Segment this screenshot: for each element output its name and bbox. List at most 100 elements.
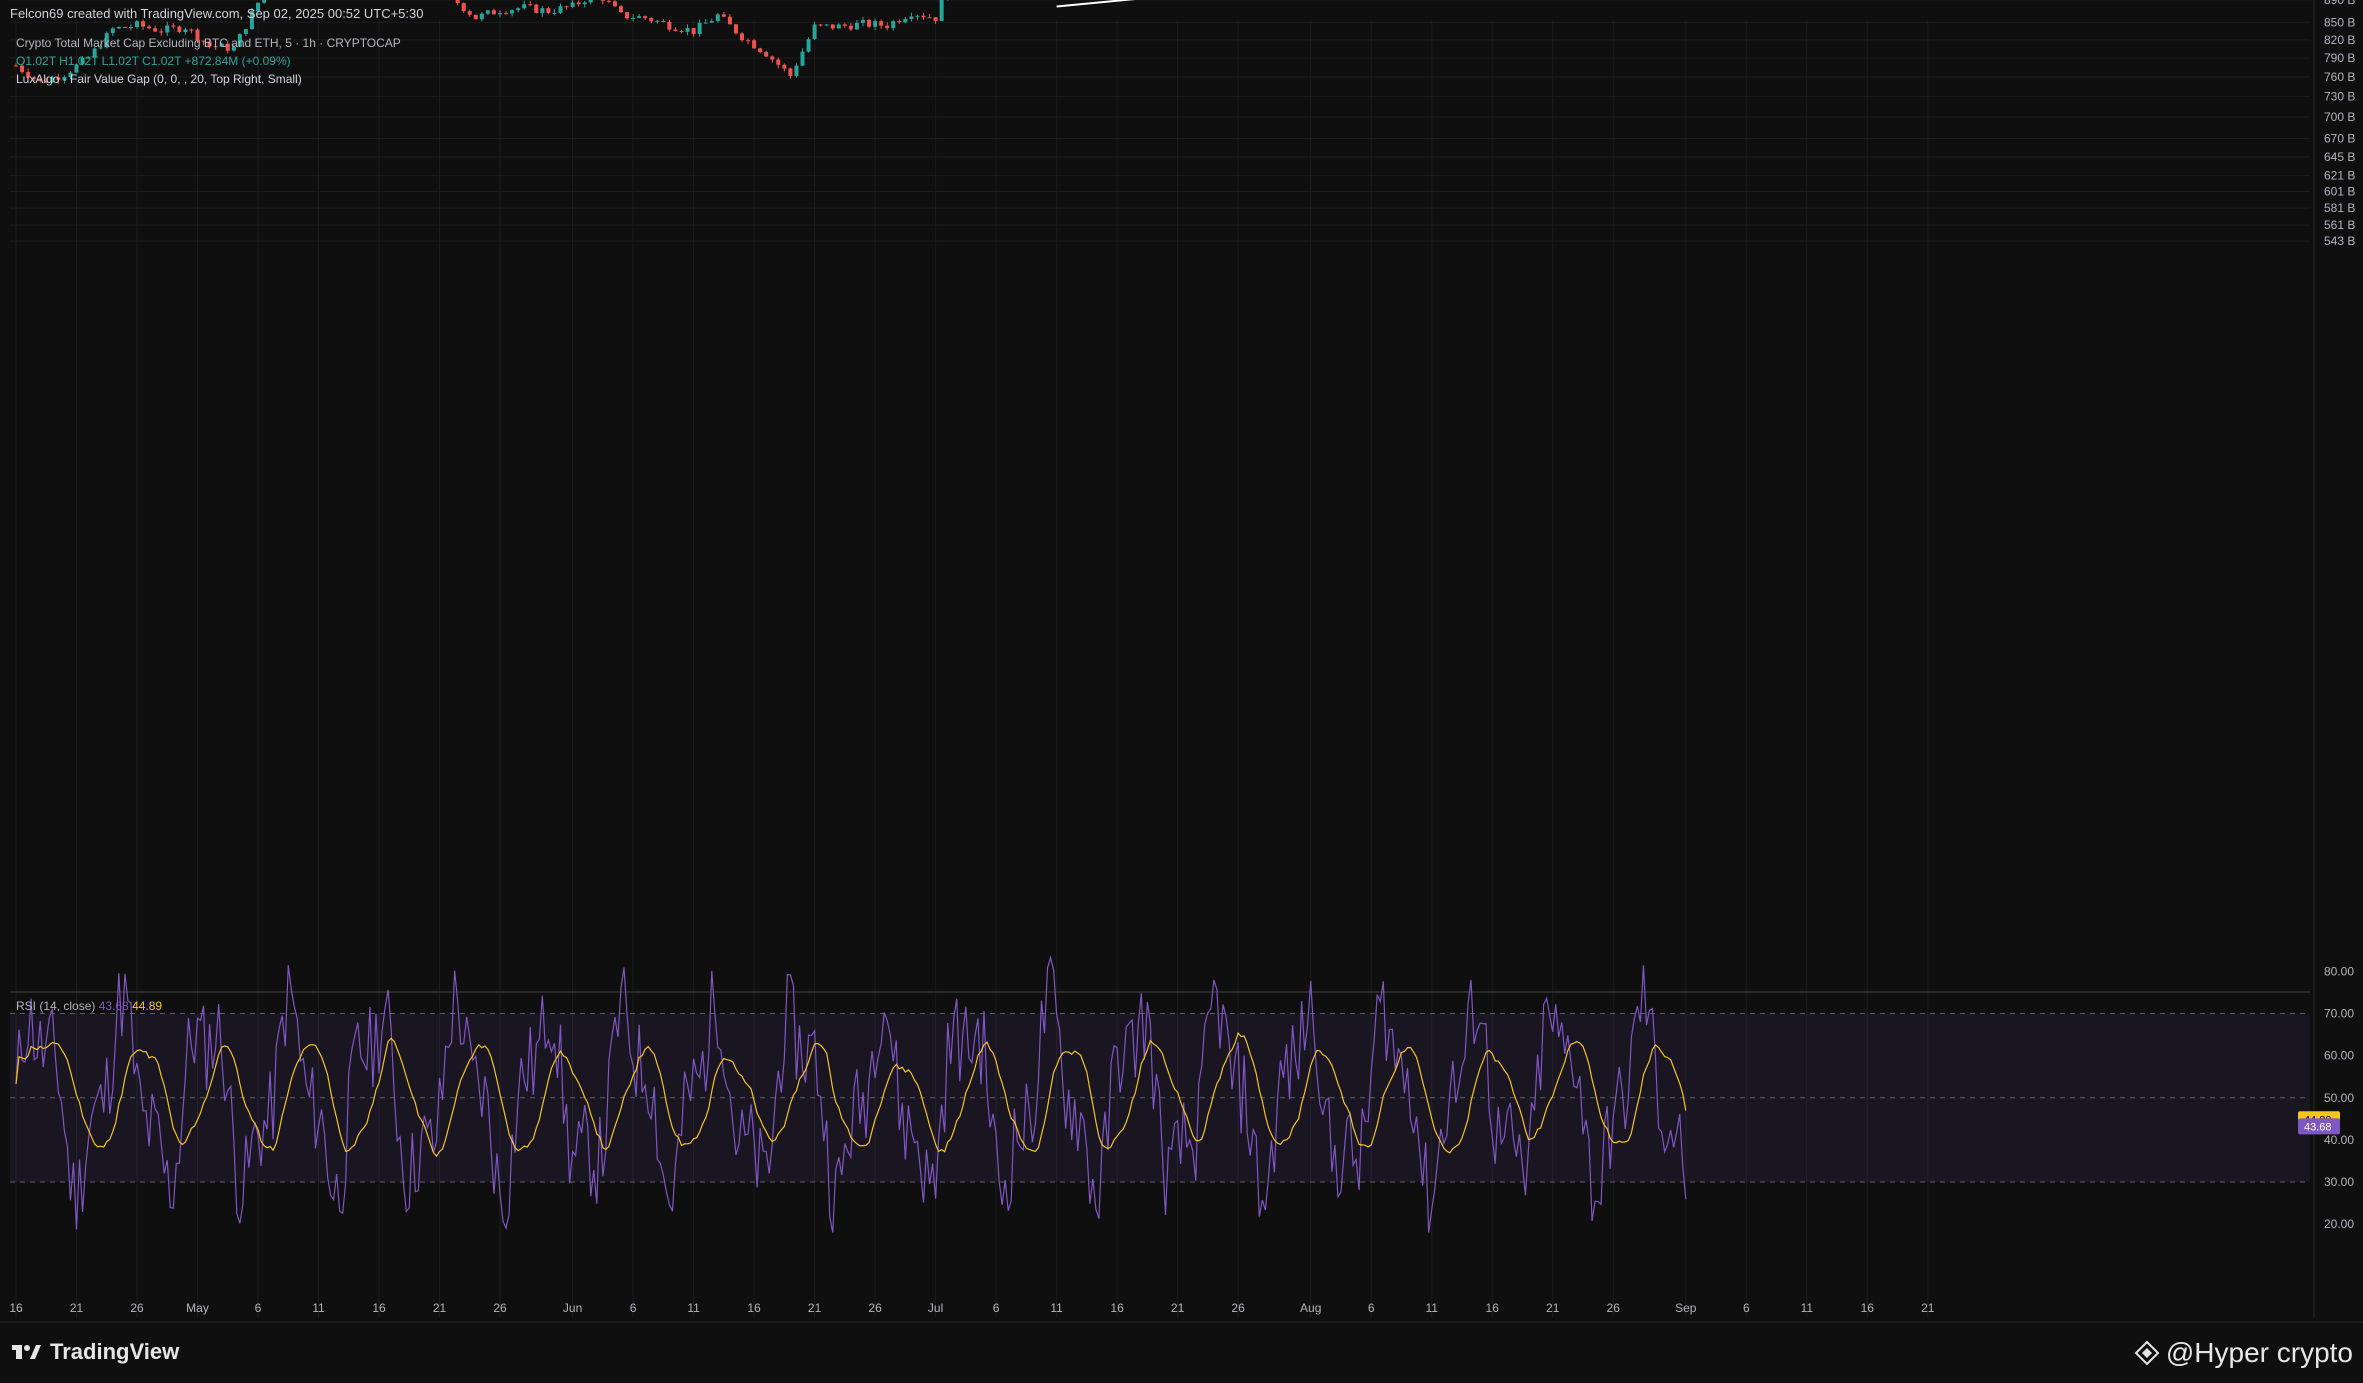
price-candle [794, 65, 799, 76]
price-candle [498, 13, 502, 15]
price-candle [455, 0, 460, 4]
time-tick-label: 11 [1050, 1301, 1063, 1315]
price-candle [564, 6, 569, 8]
price-candle [897, 21, 902, 23]
price-candle [491, 10, 496, 15]
tradingview-logo-icon [12, 1345, 41, 1359]
chart-caption: Felcon69 created with TradingView.com, S… [10, 6, 424, 21]
ohlc-values: O1.02T H1.02T L1.02T C1.02T +872.84M (+0… [16, 54, 291, 68]
time-tick-label: 6 [255, 1301, 262, 1315]
price-tick-label: 645 B [2324, 150, 2355, 164]
price-candle [153, 28, 158, 32]
price-candle [733, 24, 738, 34]
price-candle [552, 12, 557, 14]
brand-name: TradingView [50, 1339, 180, 1364]
price-candle [643, 16, 648, 19]
price-candle [534, 4, 539, 13]
price-tick-label: 621 B [2324, 169, 2355, 183]
time-tick-label: May [186, 1301, 209, 1315]
price-candle [891, 21, 896, 29]
price-candle [540, 8, 545, 13]
price-candle [165, 25, 170, 33]
price-tick-label: 850 B [2324, 15, 2355, 29]
time-tick-label: 11 [687, 1301, 700, 1315]
price-candle [631, 17, 636, 19]
price-candle [818, 24, 823, 26]
price-candle [673, 29, 678, 32]
time-tick-label: Sep [1675, 1301, 1697, 1315]
price-candle [848, 25, 853, 30]
price-candle [522, 4, 527, 9]
rsi-badge-text: 43.68 [2304, 1121, 2332, 1133]
price-candle [727, 16, 732, 25]
price-candle [649, 18, 654, 22]
time-tick-label: 16 [372, 1301, 386, 1315]
price-candle [800, 51, 805, 66]
price-candle [806, 39, 811, 52]
price-candle [824, 24, 829, 26]
time-tick-label: Aug [1300, 1301, 1321, 1315]
time-tick-label: Jul [928, 1301, 943, 1315]
price-candle [903, 18, 908, 23]
time-tick-label: 21 [1921, 1301, 1935, 1315]
time-tick-label: 6 [630, 1301, 637, 1315]
time-tick-label: Jun [563, 1301, 582, 1315]
chart-legend[interactable]: Crypto Total Market Cap Excluding BTC an… [16, 34, 401, 88]
price-candle [612, 1, 617, 7]
price-candle [600, 0, 605, 1]
price-tick-label: 561 B [2324, 218, 2355, 232]
price-candle [933, 17, 938, 21]
price-candle [159, 31, 164, 33]
price-candle [764, 52, 769, 57]
price-candle [128, 26, 133, 28]
rsi-label: RSI (14, close) [16, 999, 96, 1013]
rsi-tick-label: 30.00 [2324, 1175, 2354, 1189]
price-candle [879, 21, 884, 26]
symbol-line: Crypto Total Market Cap Excluding BTC an… [16, 36, 401, 50]
tradingview-logo[interactable]: TradingView [12, 1339, 179, 1365]
price-candle [262, 0, 267, 3]
price-candle [667, 21, 672, 30]
price-candle [885, 25, 890, 29]
time-tick-label: 21 [70, 1301, 84, 1315]
price-candle [812, 24, 817, 40]
time-tick-label: 16 [1861, 1301, 1875, 1315]
rsi-tick-label: 70.00 [2324, 1006, 2354, 1020]
price-candle [746, 40, 751, 42]
price-tick-label: 581 B [2324, 201, 2355, 215]
price-candle [510, 10, 515, 14]
price-tick-label: 700 B [2324, 110, 2355, 124]
time-tick-label: 11 [312, 1301, 325, 1315]
binance-diamond-icon [2134, 1340, 2160, 1366]
price-candle [836, 24, 841, 29]
price-candle [588, 0, 593, 3]
price-candle [697, 22, 702, 34]
rsi-legend[interactable]: RSI (14, close) 43.68 44.89 [16, 999, 162, 1013]
price-candle [861, 19, 865, 23]
price-candle [171, 25, 176, 27]
price-candle [921, 15, 926, 18]
price-candle [752, 40, 757, 49]
rsi-tick-label: 50.00 [2324, 1091, 2354, 1105]
price-candle [758, 48, 763, 53]
rsi-tick-label: 40.00 [2324, 1133, 2354, 1147]
time-tick-label: 6 [1743, 1301, 1750, 1315]
price-candle [691, 28, 696, 34]
price-candle [516, 8, 521, 11]
rsi-tick-label: 20.00 [2324, 1217, 2354, 1231]
time-tick-label: 16 [747, 1301, 761, 1315]
price-candle [141, 21, 146, 27]
price-candle [582, 2, 587, 5]
lower-trendline [1056, 0, 1136, 8]
time-tick-label: 21 [433, 1301, 447, 1315]
price-candle [147, 26, 152, 29]
time-tick-label: 6 [1368, 1301, 1375, 1315]
price-candle [715, 14, 720, 22]
indicator-label[interactable]: LuxAlgo - Fair Value Gap (0, 0, , 20, To… [16, 70, 401, 88]
price-candle [782, 64, 787, 69]
price-candle [909, 16, 914, 19]
rsi-value: 43.68 [98, 999, 129, 1013]
price-tick-label: 543 B [2324, 234, 2355, 248]
watermark: @Hyper crypto [2134, 1337, 2353, 1369]
price-candle [915, 15, 920, 17]
